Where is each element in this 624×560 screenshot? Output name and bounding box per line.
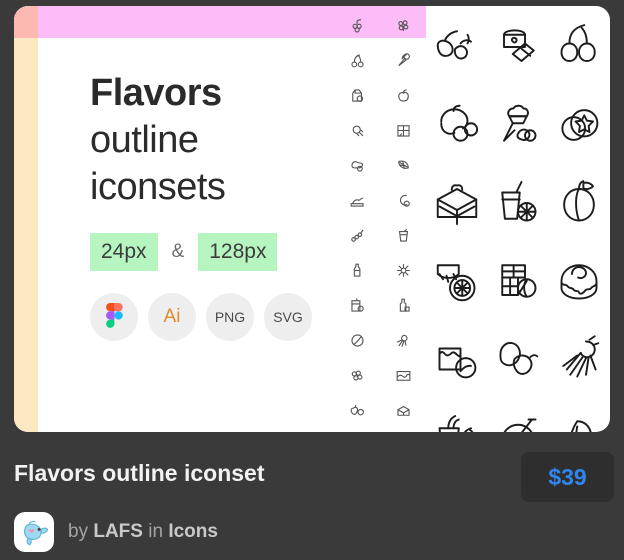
svg-icon: SVG [273, 309, 303, 325]
hero-title: Flavors outline iconsets [90, 70, 334, 211]
hero-title-line-2: outline [90, 119, 199, 161]
byline-middle: in [148, 521, 164, 542]
vanilla-flower-icon [429, 19, 485, 75]
juice-glass-icon [490, 175, 546, 231]
caramel-cube-icon [429, 331, 485, 387]
byline-prefix: by [68, 521, 89, 542]
vanilla-extract-icon [394, 296, 413, 315]
cream-swirl-icon [348, 156, 367, 175]
byline-author[interactable]: LAFS [93, 521, 143, 542]
byline-category[interactable]: Icons [168, 521, 218, 542]
chocolate-bar-icon [490, 253, 546, 309]
glazed-bun-icon [551, 253, 607, 309]
byline-text: by LAFS in Icons [68, 521, 218, 543]
apricot-icon [551, 175, 607, 231]
peach-berry-icon [429, 97, 485, 153]
card-salmon-corner-block [14, 6, 38, 38]
cherries-icon [348, 51, 367, 70]
berry-sprig-icon [348, 226, 367, 245]
juice-box-icon [348, 296, 367, 315]
size-chip-128: 128px [198, 233, 278, 271]
citrus-slice-icon [429, 253, 485, 309]
figma-icon [105, 303, 123, 331]
listing-title[interactable]: Flavors outline iconset [14, 460, 265, 487]
format-badge-figma[interactable] [90, 293, 138, 341]
cherry-drink-icon [429, 409, 485, 432]
syrup-bottle-icon [348, 261, 367, 280]
peach-icon [394, 86, 413, 105]
format-badge-png[interactable]: PNG [206, 293, 254, 341]
fish-avatar-icon [17, 515, 51, 549]
elderflower-icon [394, 16, 413, 35]
chocolate-bar-icon [394, 121, 413, 140]
citrus-leaf-icon [394, 156, 413, 175]
price-badge[interactable]: $39 [521, 452, 614, 502]
ice-cream-cone-icon [490, 97, 546, 153]
grapes-icon [348, 16, 367, 35]
card-beige-strip [14, 6, 38, 432]
illustrator-icon: Ai [163, 306, 181, 327]
star-fruit-candy-icon [551, 97, 607, 153]
cake-slice-icon [429, 175, 485, 231]
size-chip-row: 24px & 128px [90, 233, 334, 271]
author-avatar[interactable] [14, 512, 54, 552]
hero-title-line-3: iconsets [90, 166, 226, 208]
size-chip-24: 24px [90, 233, 158, 271]
cake-slice-icon [394, 401, 413, 420]
large-icon-grid [426, 6, 610, 432]
ginseng-root-icon [551, 331, 607, 387]
size-separator: & [171, 241, 185, 262]
iced-drink-icon [394, 226, 413, 245]
format-badge-row: Ai PNG SVG [90, 293, 334, 341]
caramel-square-icon [394, 366, 413, 385]
hero-panel: Flavors outline iconsets 24px & 128px Ai… [38, 38, 334, 432]
cinnamon-roll-wrap-icon [490, 19, 546, 75]
blueberries-icon [348, 366, 367, 385]
pastry-icon [348, 191, 367, 210]
cherries-icon [551, 19, 607, 75]
mint-leaves-icon [551, 409, 607, 432]
format-badge-illustrator[interactable]: Ai [148, 293, 196, 341]
small-icon-grid [334, 6, 426, 432]
strawberries-icon [348, 401, 367, 420]
star-anise-icon [394, 261, 413, 280]
coconut-drink-icon [490, 409, 546, 432]
coffee-bean-icon [348, 331, 367, 350]
format-badge-svg[interactable]: SVG [264, 293, 312, 341]
milk-carton-icon [348, 86, 367, 105]
iconset-preview-card[interactable]: Flavors outline iconsets 24px & 128px Ai… [14, 6, 610, 432]
ice-cream-cone-icon [394, 51, 413, 70]
lemon-leaf-icon [490, 331, 546, 387]
coconut-icon [394, 191, 413, 210]
png-icon: PNG [214, 309, 246, 325]
hero-title-line-1: Flavors [90, 72, 222, 114]
ginseng-root-icon [394, 331, 413, 350]
byline: by LAFS in Icons [14, 512, 218, 552]
candy-wrapper-icon [348, 121, 367, 140]
